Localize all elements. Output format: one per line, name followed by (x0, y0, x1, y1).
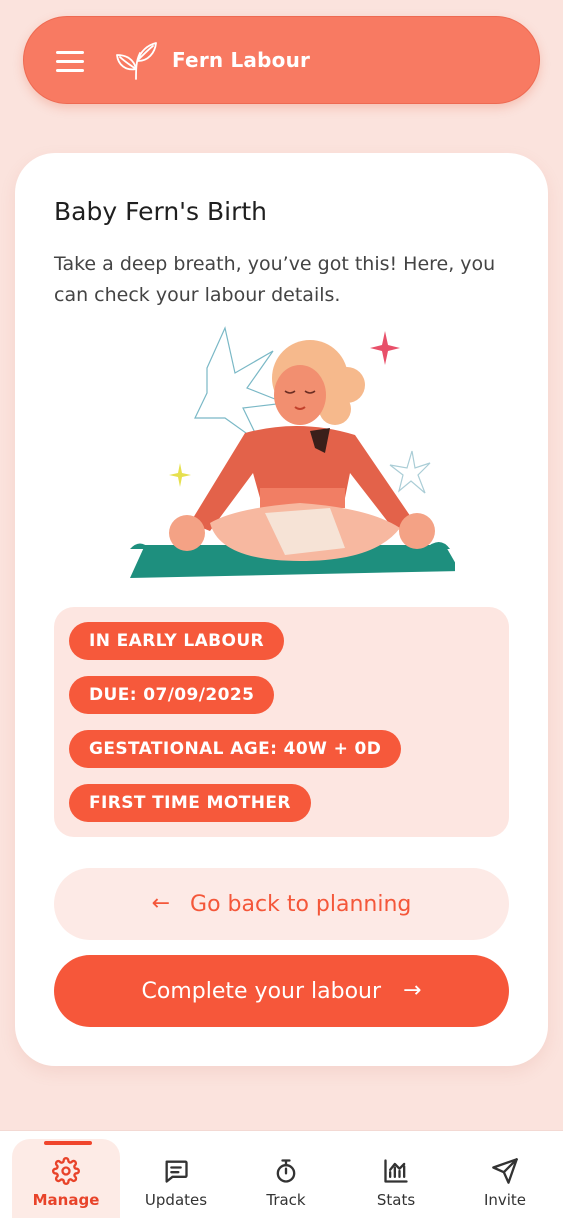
gestational-age-badge: GESTATIONAL AGE: 40W + 0D (69, 730, 402, 768)
back-button-label: Go back to planning (190, 891, 412, 917)
active-tab-indicator (44, 1141, 92, 1145)
nav-label-stats: Stats (376, 1191, 416, 1209)
first-time-mother-badge: FIRST TIME MOTHER (69, 784, 311, 822)
go-back-to-planning-button[interactable]: ← Go back to planning (54, 868, 509, 940)
card-title: Baby Fern's Birth (54, 197, 268, 226)
nav-item-invite[interactable]: Invite (451, 1139, 559, 1218)
labour-details-panel: IN EARLY LABOUR DUE: 07/09/2025 GESTATIO… (54, 607, 509, 837)
complete-labour-button[interactable]: Complete your labour → (54, 955, 509, 1027)
status-badge: IN EARLY LABOUR (69, 622, 285, 660)
nav-item-manage[interactable]: Manage (12, 1139, 120, 1218)
card-subtitle: Take a deep breath, you’ve got this! Her… (54, 253, 496, 306)
arrow-left-icon: ← (151, 891, 171, 916)
app-title: Fern Labour (172, 48, 311, 72)
gear-icon (52, 1157, 80, 1185)
due-date-badge: DUE: 07/09/2025 (69, 676, 275, 714)
stopwatch-icon (276, 1159, 296, 1183)
labour-card: Baby Fern's Birth Take a deep breath, yo… (15, 153, 548, 1066)
fern-leaf-logo (116, 42, 157, 80)
message-icon (165, 1160, 188, 1183)
nav-label-updates: Updates (144, 1191, 208, 1209)
nav-item-track[interactable]: Track (232, 1139, 340, 1218)
hamburger-menu-icon[interactable] (56, 51, 84, 73)
app-header: Fern Labour (23, 16, 540, 104)
nav-item-updates[interactable]: Updates (122, 1139, 230, 1218)
nav-label-manage: Manage (32, 1191, 100, 1209)
chart-icon (384, 1159, 408, 1183)
send-icon (492, 1158, 518, 1184)
arrow-right-icon: → (403, 978, 422, 1003)
nav-label-invite: Invite (483, 1191, 527, 1209)
complete-button-label: Complete your labour (141, 978, 382, 1004)
nav-item-stats[interactable]: Stats (342, 1139, 450, 1218)
nav-label-track: Track (266, 1191, 306, 1209)
woman-meditating-illustration (130, 326, 455, 578)
